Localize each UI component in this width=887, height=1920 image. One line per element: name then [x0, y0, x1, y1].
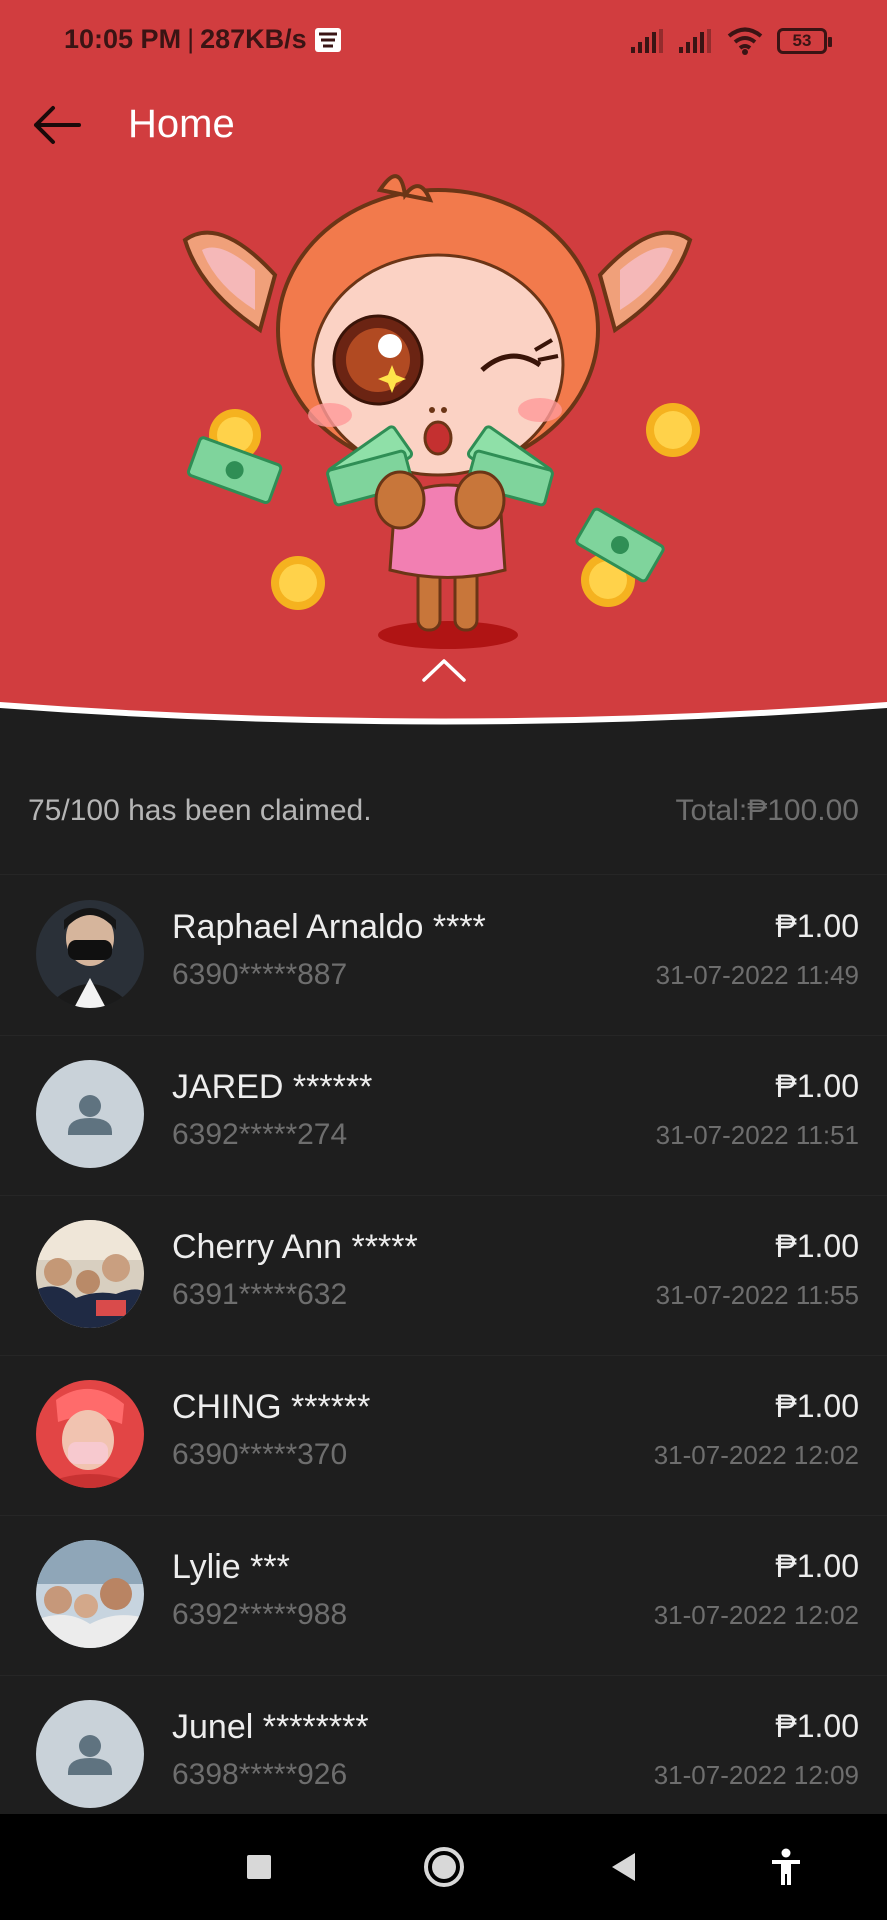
status-separator: | [187, 24, 195, 54]
mascot-illustration [180, 170, 700, 660]
claimer-name: JARED ****** [172, 1068, 373, 1106]
list-item[interactable]: Raphael Arnaldo **** 6390*****887 ₱1.00 … [0, 876, 887, 1036]
status-left: 10:05 PM | 287KB/s [64, 24, 343, 55]
avatar-placeholder-icon [36, 1700, 144, 1808]
status-right: 53 [631, 24, 832, 58]
claim-time: 31-07-2022 11:51 [655, 1120, 859, 1150]
app-notification-icon [314, 27, 341, 52]
page-title: Home [128, 102, 235, 146]
red-packet-header: 10:05 PM | 287KB/s 53 Home [0, 0, 887, 730]
avatar [36, 1380, 144, 1488]
avatar-placeholder-icon [36, 1060, 144, 1168]
claim-amount: ₱1.00 [775, 1068, 859, 1104]
claimer-phone: 6398*****926 [172, 1758, 348, 1791]
battery-level: 53 [792, 31, 812, 50]
claim-amount: ₱1.00 [775, 1228, 859, 1264]
recents-button[interactable] [229, 1837, 289, 1897]
claim-time: 31-07-2022 11:49 [655, 960, 859, 990]
claim-amount: ₱1.00 [775, 1388, 859, 1424]
claimer-phone: 6390*****370 [172, 1438, 348, 1471]
collapse-button[interactable] [416, 652, 472, 688]
status-time: 10:05 PM [64, 24, 182, 54]
header-curve [0, 702, 887, 730]
total-amount: Total:₱100.00 [675, 794, 859, 827]
system-nav-bar [0, 1814, 887, 1920]
coin-icon [271, 556, 325, 610]
avatar [36, 1220, 144, 1328]
list-item[interactable]: Cherry Ann ***** 6391*****632 ₱1.00 31-0… [0, 1196, 887, 1356]
wifi-icon [727, 27, 763, 55]
claim-time: 31-07-2022 12:02 [653, 1440, 859, 1470]
app-bar: Home [0, 90, 887, 160]
claim-amount: ₱1.00 [775, 908, 859, 944]
list-item[interactable]: JARED ****** 6392*****274 ₱1.00 31-07-20… [0, 1036, 887, 1196]
back-button[interactable] [22, 90, 92, 160]
avatar [36, 1540, 144, 1648]
claimer-name: Raphael Arnaldo **** [172, 908, 486, 946]
back-nav-button[interactable] [594, 1837, 654, 1897]
claimer-phone: 6392*****274 [172, 1118, 348, 1151]
claim-time: 31-07-2022 12:02 [653, 1600, 859, 1630]
avatar [36, 900, 144, 1008]
list-item[interactable]: Lylie *** 6392*****988 ₱1.00 31-07-2022 … [0, 1516, 887, 1676]
claimer-name: Lylie *** [172, 1548, 290, 1586]
claimer-name: Junel ******** [172, 1708, 369, 1746]
signal-icon [631, 29, 663, 53]
claim-time: 31-07-2022 12:09 [653, 1760, 859, 1790]
coin-icon [646, 403, 700, 457]
home-circle-icon [424, 1847, 464, 1887]
claimer-phone: 6390*****887 [172, 958, 348, 991]
back-triangle-icon [612, 1853, 635, 1881]
network-speed: 287KB/s [200, 24, 307, 54]
claimer-phone: 6391*****632 [172, 1278, 348, 1311]
signal-icon [679, 29, 711, 53]
claim-amount: ₱1.00 [775, 1548, 859, 1584]
list-item[interactable]: Junel ******** 6398*****926 ₱1.00 31-07-… [0, 1676, 887, 1814]
claimed-count: 75/100 has been claimed. [28, 794, 372, 827]
claim-time: 31-07-2022 11:55 [655, 1280, 859, 1310]
claim-amount: ₱1.00 [775, 1708, 859, 1744]
claim-list[interactable]: Raphael Arnaldo **** 6390*****887 ₱1.00 … [0, 876, 887, 1814]
status-bar: 10:05 PM | 287KB/s 53 [0, 0, 887, 80]
home-button[interactable] [414, 1837, 474, 1897]
claimer-name: Cherry Ann ***** [172, 1228, 418, 1266]
accessibility-button[interactable] [756, 1837, 816, 1897]
list-item[interactable]: CHING ****** 6390*****370 ₱1.00 31-07-20… [0, 1356, 887, 1516]
battery-icon: 53 [777, 28, 832, 54]
claim-summary: 75/100 has been claimed. Total:₱100.00 [0, 730, 887, 875]
recents-square-icon [247, 1855, 271, 1879]
claimer-phone: 6392*****988 [172, 1598, 348, 1631]
accessibility-icon [772, 1848, 800, 1885]
claimer-name: CHING ****** [172, 1388, 371, 1426]
chevron-up-icon [422, 659, 466, 682]
arrow-left-icon [34, 106, 81, 144]
